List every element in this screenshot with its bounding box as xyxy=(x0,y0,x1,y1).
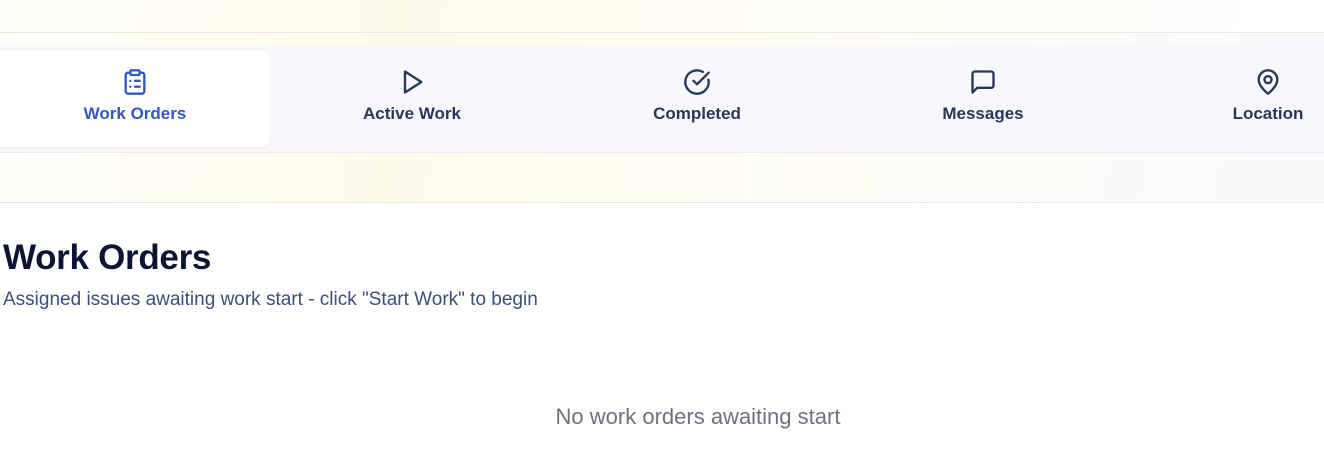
tab-active-work[interactable]: Active Work xyxy=(277,51,547,147)
tab-label: Location xyxy=(1232,104,1304,123)
tab-completed[interactable]: Completed xyxy=(562,51,832,147)
page: Work Orders Active Work Completed Messag… xyxy=(0,0,1324,466)
check-circle-icon xyxy=(683,68,711,96)
page-subtitle: Assigned issues awaiting work start - cl… xyxy=(3,289,538,310)
tab-bar: Work Orders Active Work Completed Messag… xyxy=(0,45,1324,153)
tab-location[interactable]: Location xyxy=(1133,51,1324,147)
map-pin-icon xyxy=(1254,68,1282,96)
tab-messages[interactable]: Messages xyxy=(848,51,1118,147)
tab-label: Active Work xyxy=(363,104,461,123)
page-title: Work Orders xyxy=(3,238,212,277)
tab-label: Completed xyxy=(653,104,741,123)
top-strip xyxy=(0,0,1324,33)
message-square-icon xyxy=(969,68,997,96)
navigation-area: Work Orders Active Work Completed Messag… xyxy=(0,33,1324,203)
tab-label: Messages xyxy=(942,104,1024,123)
clipboard-list-icon xyxy=(121,68,149,96)
play-icon xyxy=(398,68,426,96)
tab-work-orders[interactable]: Work Orders xyxy=(0,51,270,147)
empty-state-message: No work orders awaiting start xyxy=(555,404,841,429)
tab-label: Work Orders xyxy=(83,104,187,123)
